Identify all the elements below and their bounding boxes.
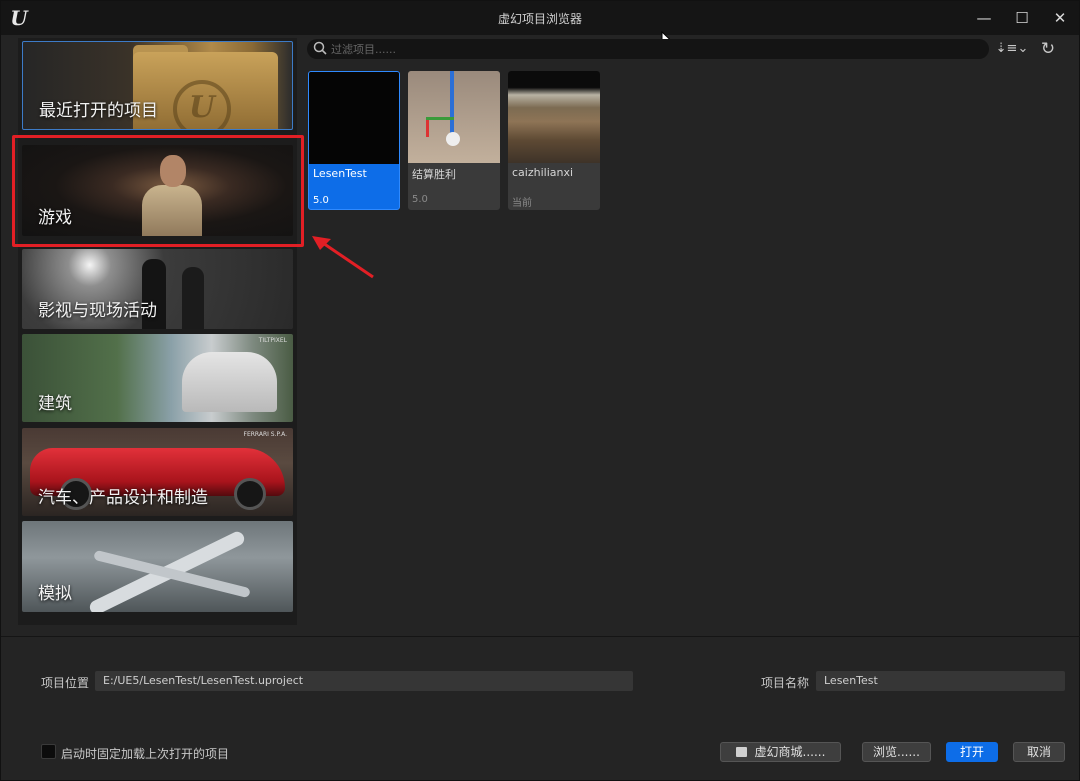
project-tile[interactable]: LesenTest 5.0 (308, 71, 400, 210)
browse-button[interactable]: 浏览...... (862, 742, 931, 762)
project-version: 5.0 (313, 195, 329, 206)
project-tile[interactable]: 结算胜利 5.0 (408, 71, 500, 210)
project-name: caizhilianxi (512, 166, 574, 179)
project-name-field[interactable]: LesenTest (816, 671, 1065, 691)
category-panel: U 最近打开的项目 游戏 影视与现场活动 TILTPIXEL 建筑 FERRAR… (18, 38, 297, 625)
project-thumbnail (309, 72, 399, 164)
project-thumbnail (408, 71, 500, 163)
project-tile[interactable]: caizhilianxi 当前 (508, 71, 600, 210)
project-version: 当前 (512, 198, 532, 209)
window-title: 虚幻项目浏览器 (497, 12, 582, 26)
refresh-button[interactable]: ↻ (1037, 38, 1059, 60)
building-image (182, 352, 277, 412)
search-icon (313, 41, 327, 55)
category-architecture[interactable]: TILTPIXEL 建筑 (22, 334, 293, 422)
project-location-label: 项目位置 (41, 676, 90, 690)
project-version: 5.0 (412, 194, 428, 205)
maximize-button[interactable]: ☐ (1007, 5, 1037, 31)
category-film-live-events[interactable]: 影视与现场活动 (22, 249, 293, 329)
unreal-emblem-icon: U (173, 80, 231, 129)
startup-load-label: 启动时固定加载上次打开的项目 (61, 747, 230, 761)
marketplace-button[interactable]: 虚幻商城...... (720, 742, 841, 762)
store-icon (735, 747, 747, 757)
project-name-label: 项目名称 (761, 676, 810, 690)
project-location-field[interactable]: E:/UE5/LesenTest/LesenTest.uproject (95, 671, 633, 691)
category-recent-projects[interactable]: U 最近打开的项目 (22, 41, 293, 130)
footer-divider (1, 636, 1080, 637)
category-label: 影视与现场活动 (38, 301, 157, 321)
project-thumbnail (508, 71, 600, 163)
category-label: 最近打开的项目 (39, 101, 158, 121)
project-name: 结算胜利 (412, 168, 456, 181)
annotation-arrow-icon (312, 236, 374, 279)
search-bar[interactable] (307, 39, 989, 59)
category-automotive[interactable]: FERRARI S.P.A. 汽车、产品设计和制造 (22, 428, 293, 516)
marketplace-button-label: 虚幻商城...... (754, 745, 826, 759)
category-label: 建筑 (38, 394, 72, 414)
project-browser-window: U 虚幻项目浏览器 — ☐ ✕ U 最近打开的项目 游戏 影视与现场活动 TIL… (0, 0, 1080, 781)
category-simulation[interactable]: 模拟 (22, 521, 293, 612)
open-button[interactable]: 打开 (946, 742, 998, 762)
close-button[interactable]: ✕ (1045, 5, 1075, 31)
minimize-button[interactable]: — (969, 5, 999, 31)
title-bar: U 虚幻项目浏览器 — ☐ ✕ (1, 1, 1079, 35)
category-label: 汽车、产品设计和制造 (38, 488, 208, 508)
project-name: LesenTest (313, 167, 367, 180)
cancel-button[interactable]: 取消 (1013, 742, 1065, 762)
sort-button[interactable]: ⇣≡⌄ (995, 39, 1029, 59)
watermark: TILTPIXEL (258, 337, 287, 344)
category-label: 模拟 (38, 584, 72, 604)
search-input[interactable] (331, 40, 971, 58)
watermark: FERRARI S.P.A. (243, 431, 288, 438)
annotation-highlight-box (12, 135, 304, 247)
startup-load-checkbox[interactable] (41, 744, 56, 759)
